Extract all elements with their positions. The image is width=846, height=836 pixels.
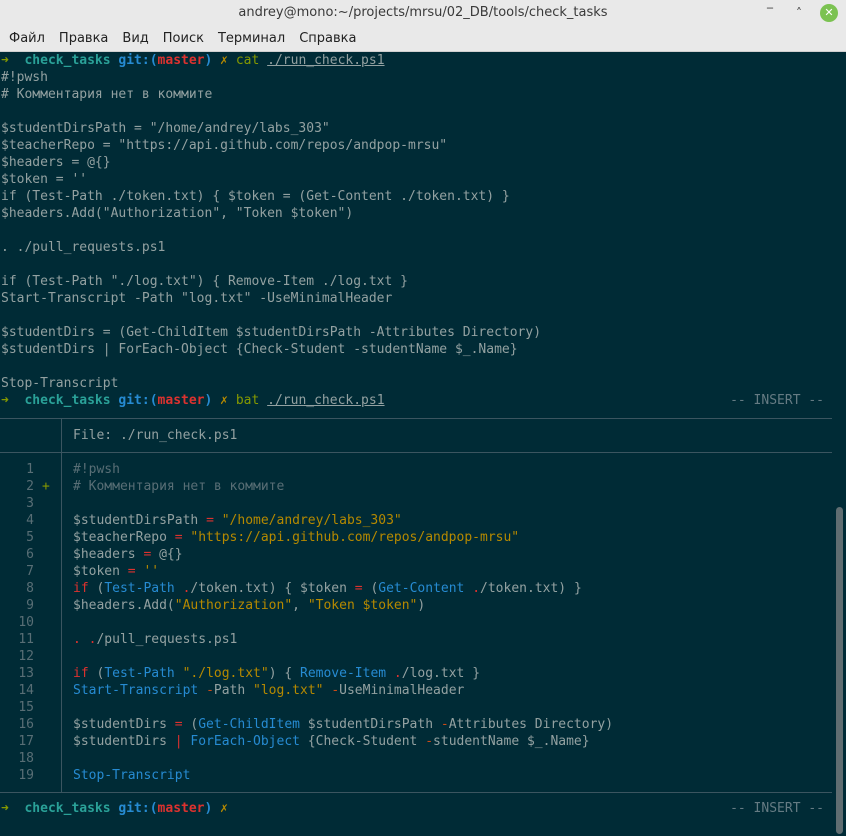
line-number: 11 <box>18 632 34 647</box>
bat-top-rule <box>0 418 832 419</box>
cat-line: . ./pull_requests.ps1 <box>1 240 166 255</box>
code-line: $teacherRepo = "https://api.github.com/r… <box>73 530 520 545</box>
window-title: andrey@mono:~/projects/mrsu/02_DB/tools/… <box>238 5 608 20</box>
menu-bar: Файл Правка Вид Поиск Терминал Справка <box>0 26 846 52</box>
cat-line: if (Test-Path ./token.txt) { $token = (G… <box>1 189 510 204</box>
code-line: $studentDirs | ForEach-Object {Check-Stu… <box>73 734 590 749</box>
line-number: 18 <box>18 751 34 766</box>
prompt-dirty-icon: ✗ <box>220 53 228 68</box>
prompt-git: git:( <box>118 801 158 816</box>
cat-line: $token = '' <box>1 172 88 187</box>
cat-line: $headers.Add("Authorization", "Token $to… <box>1 206 354 221</box>
prompt-line-final: ➜ check_tasks git:(master) ✗ <box>1 800 228 817</box>
cat-line: $teacherRepo = "https://api.github.com/r… <box>1 138 448 153</box>
code-line: Start-Transcript -Path "log.txt" -UseMin… <box>73 683 465 698</box>
prompt-git: git:( <box>118 393 158 408</box>
command-arg: ./run_check.ps1 <box>267 393 385 408</box>
git-added-marker: + <box>42 479 50 494</box>
prompt-git: git:( <box>118 53 158 68</box>
minimize-icon[interactable]: ‾ <box>761 4 779 22</box>
cat-line: # Комментария нет в коммите <box>1 87 213 102</box>
code-line: #!pwsh <box>73 462 120 477</box>
line-number: 12 <box>18 649 34 664</box>
prompt-dir: check_tasks <box>24 393 111 408</box>
line-number: 5 <box>26 530 34 545</box>
cat-line: $studentDirs = (Get-ChildItem $studentDi… <box>1 325 542 340</box>
bat-file-header: File: ./run_check.ps1 <box>73 428 238 443</box>
terminal-scrollbar[interactable] <box>836 507 843 834</box>
line-number: 13 <box>18 666 34 681</box>
maximize-icon[interactable]: ˄ <box>790 4 808 22</box>
menu-search[interactable]: Поиск <box>163 26 204 46</box>
code-line: $studentDirs = (Get-ChildItem $studentDi… <box>73 717 614 732</box>
prompt-arrow-icon: ➜ <box>1 801 9 816</box>
code-line: $headers = @{} <box>73 547 183 562</box>
code-line: if (Test-Path ./token.txt) { $token = (G… <box>73 581 582 596</box>
cat-line: #!pwsh <box>1 70 48 85</box>
cat-line: $studentDirsPath = "/home/andrey/labs_30… <box>1 121 330 136</box>
bat-gutter-separator <box>61 452 62 792</box>
command-arg: ./run_check.ps1 <box>267 53 385 68</box>
line-number: 4 <box>26 513 34 528</box>
line-number: 9 <box>26 598 34 613</box>
line-number: 17 <box>18 734 34 749</box>
prompt-line-bat: ➜ check_tasks git:(master) ✗ bat ./run_c… <box>1 392 385 409</box>
prompt-arrow-icon: ➜ <box>1 53 9 68</box>
prompt-dir: check_tasks <box>24 801 111 816</box>
menu-view[interactable]: Вид <box>122 26 148 46</box>
line-number: 19 <box>18 768 34 783</box>
prompt-dirty-icon: ✗ <box>220 801 228 816</box>
window-titlebar: andrey@mono:~/projects/mrsu/02_DB/tools/… <box>0 0 846 26</box>
line-number: 2 <box>26 479 34 494</box>
line-number: 1 <box>26 462 34 477</box>
code-line: $token = '' <box>73 564 160 579</box>
prompt-branch: master <box>157 53 205 68</box>
line-number: 14 <box>18 683 34 698</box>
bat-header-rule <box>0 452 832 453</box>
line-number: 8 <box>26 581 34 596</box>
cat-line: $studentDirs | ForEach-Object {Check-Stu… <box>1 342 518 357</box>
insert-mode-indicator: -- INSERT -- <box>730 393 824 408</box>
cat-line: Start-Transcript -Path "log.txt" -UseMin… <box>1 291 393 306</box>
cat-line: Stop-Transcript <box>1 376 119 391</box>
command-name: cat <box>235 53 260 68</box>
cat-line: $headers = @{} <box>1 155 111 170</box>
prompt-git-close: ) <box>204 53 213 68</box>
line-number: 10 <box>18 615 34 630</box>
prompt-dirty-icon: ✗ <box>220 393 228 408</box>
menu-help[interactable]: Справка <box>299 26 356 46</box>
line-number: 6 <box>26 547 34 562</box>
menu-file[interactable]: Файл <box>9 26 45 46</box>
code-line: . ./pull_requests.ps1 <box>73 632 238 647</box>
prompt-branch: master <box>157 393 205 408</box>
prompt-arrow-icon: ➜ <box>1 393 9 408</box>
terminal-area[interactable]: ➜ check_tasks git:(master) ✗ cat ./run_c… <box>0 52 846 836</box>
code-line: if (Test-Path "./log.txt") { Remove-Item… <box>73 666 481 681</box>
command-name: bat <box>235 393 260 408</box>
line-number: 15 <box>18 700 34 715</box>
prompt-git-close: ) <box>204 801 213 816</box>
insert-mode-indicator: -- INSERT -- <box>730 801 824 816</box>
line-number: 16 <box>18 717 34 732</box>
code-line: $studentDirsPath = "/home/andrey/labs_30… <box>73 513 402 528</box>
code-line: $headers.Add("Authorization", "Token $to… <box>73 598 426 613</box>
prompt-dir: check_tasks <box>24 53 111 68</box>
bat-header-separator <box>61 418 62 452</box>
prompt-line-cat: ➜ check_tasks git:(master) ✗ cat ./run_c… <box>1 52 385 69</box>
bat-bottom-rule <box>0 792 832 793</box>
menu-terminal[interactable]: Терминал <box>218 26 285 46</box>
prompt-git-close: ) <box>204 393 213 408</box>
line-number: 3 <box>26 496 34 511</box>
code-line: # Комментария нет в коммите <box>73 479 285 494</box>
close-icon[interactable]: ✕ <box>820 4 838 22</box>
menu-edit[interactable]: Правка <box>59 26 108 46</box>
code-line: Stop-Transcript <box>73 768 191 783</box>
line-number: 7 <box>26 564 34 579</box>
prompt-branch: master <box>157 801 205 816</box>
cat-line: if (Test-Path "./log.txt") { Remove-Item… <box>1 274 408 289</box>
